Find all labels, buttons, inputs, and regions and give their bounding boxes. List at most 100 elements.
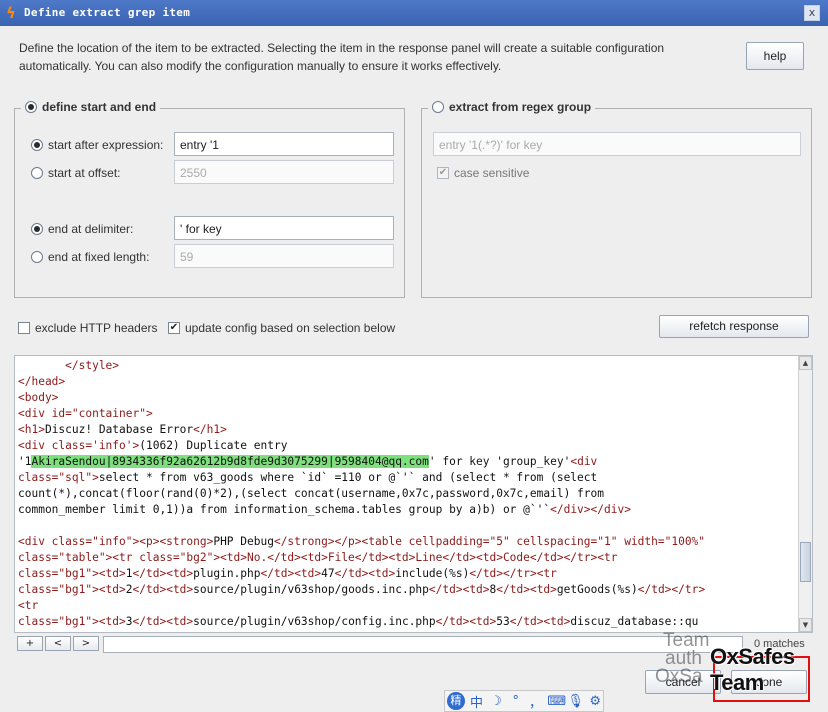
code-text: 2 — [125, 583, 133, 596]
start-after-input[interactable]: entry '1 — [174, 132, 394, 156]
description-text: Define the location of the item to be ex… — [19, 41, 665, 73]
code-tag: </td><td> — [496, 583, 557, 596]
regex-input[interactable]: entry '1(.*?)' for key — [433, 132, 801, 156]
update-config-option[interactable]: ✔ update config based on selection below — [168, 321, 395, 335]
radio-unselected-icon — [31, 251, 43, 263]
dialog-body: Define the location of the item to be ex… — [0, 26, 828, 712]
next-match-button[interactable]: > — [73, 636, 99, 651]
code-tag: <tr — [18, 599, 39, 612]
burp-app-icon: ϟ — [6, 4, 16, 22]
start-offset-option[interactable]: start at offset: — [31, 166, 120, 180]
exclude-headers-option[interactable]: exclude HTTP headers — [18, 321, 158, 335]
code-text: 53 — [496, 615, 510, 628]
checkbox-checked-icon: ✔ — [168, 322, 180, 334]
radio-unselected-icon — [432, 101, 444, 113]
checkbox-checked-icon: ✔ — [437, 167, 449, 179]
end-fixed-length-input[interactable]: 59 — [174, 244, 394, 268]
end-delimiter-option[interactable]: end at delimiter: — [31, 222, 133, 236]
radio-selected-icon — [31, 223, 43, 235]
code-tag: <div — [570, 455, 598, 468]
ime-gear-icon[interactable]: ⚙ — [587, 694, 603, 709]
help-button[interactable]: help — [746, 42, 804, 70]
code-text: PHP Debug — [213, 535, 274, 548]
code-tag: </strong></p><table cellpadding="5" cell… — [273, 535, 706, 548]
code-text: 3 — [125, 615, 133, 628]
code-tag: <h1> — [18, 423, 45, 436]
start-after-option[interactable]: start after expression: — [31, 138, 163, 152]
ime-keyboard-icon[interactable]: ⌨ — [547, 694, 566, 709]
code-line: </style> — [18, 359, 120, 372]
code-tag: class="bg1"><td> — [18, 583, 126, 596]
code-tag: </td><td> — [132, 567, 194, 580]
exclude-headers-label: exclude HTTP headers — [35, 321, 158, 335]
code-tag: <div class='info'> — [18, 439, 140, 452]
define-start-end-radio[interactable]: define start and end — [21, 100, 161, 114]
code-text: 1 — [125, 567, 133, 580]
code-text: '1 — [18, 455, 32, 468]
checkbox-unchecked-icon — [18, 322, 30, 334]
code-tag: </td><td> — [428, 583, 490, 596]
define-start-end-panel: define start and end start after express… — [14, 100, 405, 298]
code-tag: </td><td> — [435, 615, 497, 628]
ime-chinese-mode-icon[interactable]: 中 — [469, 692, 485, 711]
end-fixed-length-option[interactable]: end at fixed length: — [31, 250, 149, 264]
ime-dot-icon[interactable]: ° — [508, 694, 524, 709]
scroll-down-icon[interactable]: ▼ — [799, 618, 812, 632]
code-tag: class="table"><tr class="bg2"><td>No.</t… — [18, 551, 618, 564]
code-text: 47 — [321, 567, 335, 580]
code-text: select * from v63_goods where `id` =110 … — [98, 471, 598, 484]
end-fixed-length-label: end at fixed length: — [48, 250, 150, 264]
code-line: </head> — [18, 375, 66, 388]
code-tag: </td><td> — [334, 567, 396, 580]
code-line: <body> — [18, 391, 59, 404]
title-bar: ϟ Define extract grep item x — [0, 0, 828, 26]
code-text: discuz_database::qu — [570, 615, 699, 628]
scroll-up-icon[interactable]: ▲ — [799, 356, 812, 370]
code-text: plugin.php — [193, 567, 261, 580]
response-code[interactable]: </style> </head> <body> <div id="contain… — [18, 358, 798, 630]
case-sensitive-label: case sensitive — [454, 166, 530, 180]
refetch-response-button[interactable]: refetch response — [659, 315, 809, 338]
code-tag: </div></div> — [550, 503, 631, 516]
radio-selected-icon — [31, 139, 43, 151]
code-tag: </td></tr> — [637, 583, 706, 596]
ime-toolbar[interactable]: 精 中 ☽ ° ， ⌨ 🎙 ⚙ — [444, 690, 604, 712]
code-text: common_member limit 0,1))a from informat… — [18, 503, 551, 516]
code-tag: </td><td> — [509, 615, 571, 628]
start-after-label: start after expression: — [48, 138, 164, 152]
previous-match-button[interactable]: < — [45, 636, 71, 651]
regex-group-radio[interactable]: extract from regex group — [428, 100, 596, 114]
add-search-button[interactable]: + — [17, 636, 43, 651]
scroll-thumb[interactable] — [800, 542, 811, 582]
code-text: include(%s) — [395, 567, 470, 580]
vertical-scrollbar[interactable]: ▲ ▼ — [798, 356, 812, 632]
search-input[interactable] — [103, 636, 743, 653]
code-text: source/plugin/v63shop/config.inc.php — [193, 615, 436, 628]
code-tag: </td><td> — [132, 615, 194, 628]
ime-comma-icon[interactable]: ， — [528, 692, 544, 711]
code-tag: </h1> — [193, 423, 227, 436]
watermark-logo-text: OxSafes Team — [710, 644, 795, 695]
radio-unselected-icon — [31, 167, 43, 179]
window-title: Define extract grep item — [24, 6, 191, 19]
code-tag: </td></tr><tr — [469, 567, 557, 580]
panel-title: extract from regex group — [449, 100, 592, 114]
code-tag: class="bg1"><td> — [18, 567, 126, 580]
ime-logo-icon[interactable]: 精 — [447, 692, 465, 710]
case-sensitive-option[interactable]: ✔ case sensitive — [437, 166, 529, 180]
ime-moon-icon[interactable]: ☽ — [488, 694, 504, 709]
code-text: count(*),concat(floor(rand(0)*2),(select… — [18, 487, 604, 500]
code-tag: </td><td> — [132, 583, 194, 596]
ime-mic-icon[interactable]: 🎙 — [567, 694, 584, 709]
start-offset-input[interactable]: 2550 — [174, 160, 394, 184]
end-delimiter-label: end at delimiter: — [48, 222, 134, 236]
highlighted-selection[interactable]: AkiraSendou|8934336f92a62612b9d8fde9d307… — [31, 455, 429, 468]
code-text: Discuz! Database Error — [44, 423, 194, 436]
radio-selected-icon — [25, 101, 37, 113]
response-panel[interactable]: </style> </head> <body> <div id="contain… — [14, 355, 813, 633]
end-delimiter-input[interactable]: ' for key — [174, 216, 394, 240]
close-button[interactable]: x — [804, 5, 820, 21]
watermark-text: OxSa — [655, 666, 703, 687]
regex-group-panel: extract from regex group entry '1(.*?)' … — [421, 100, 812, 298]
code-tag: </td><td> — [260, 567, 322, 580]
